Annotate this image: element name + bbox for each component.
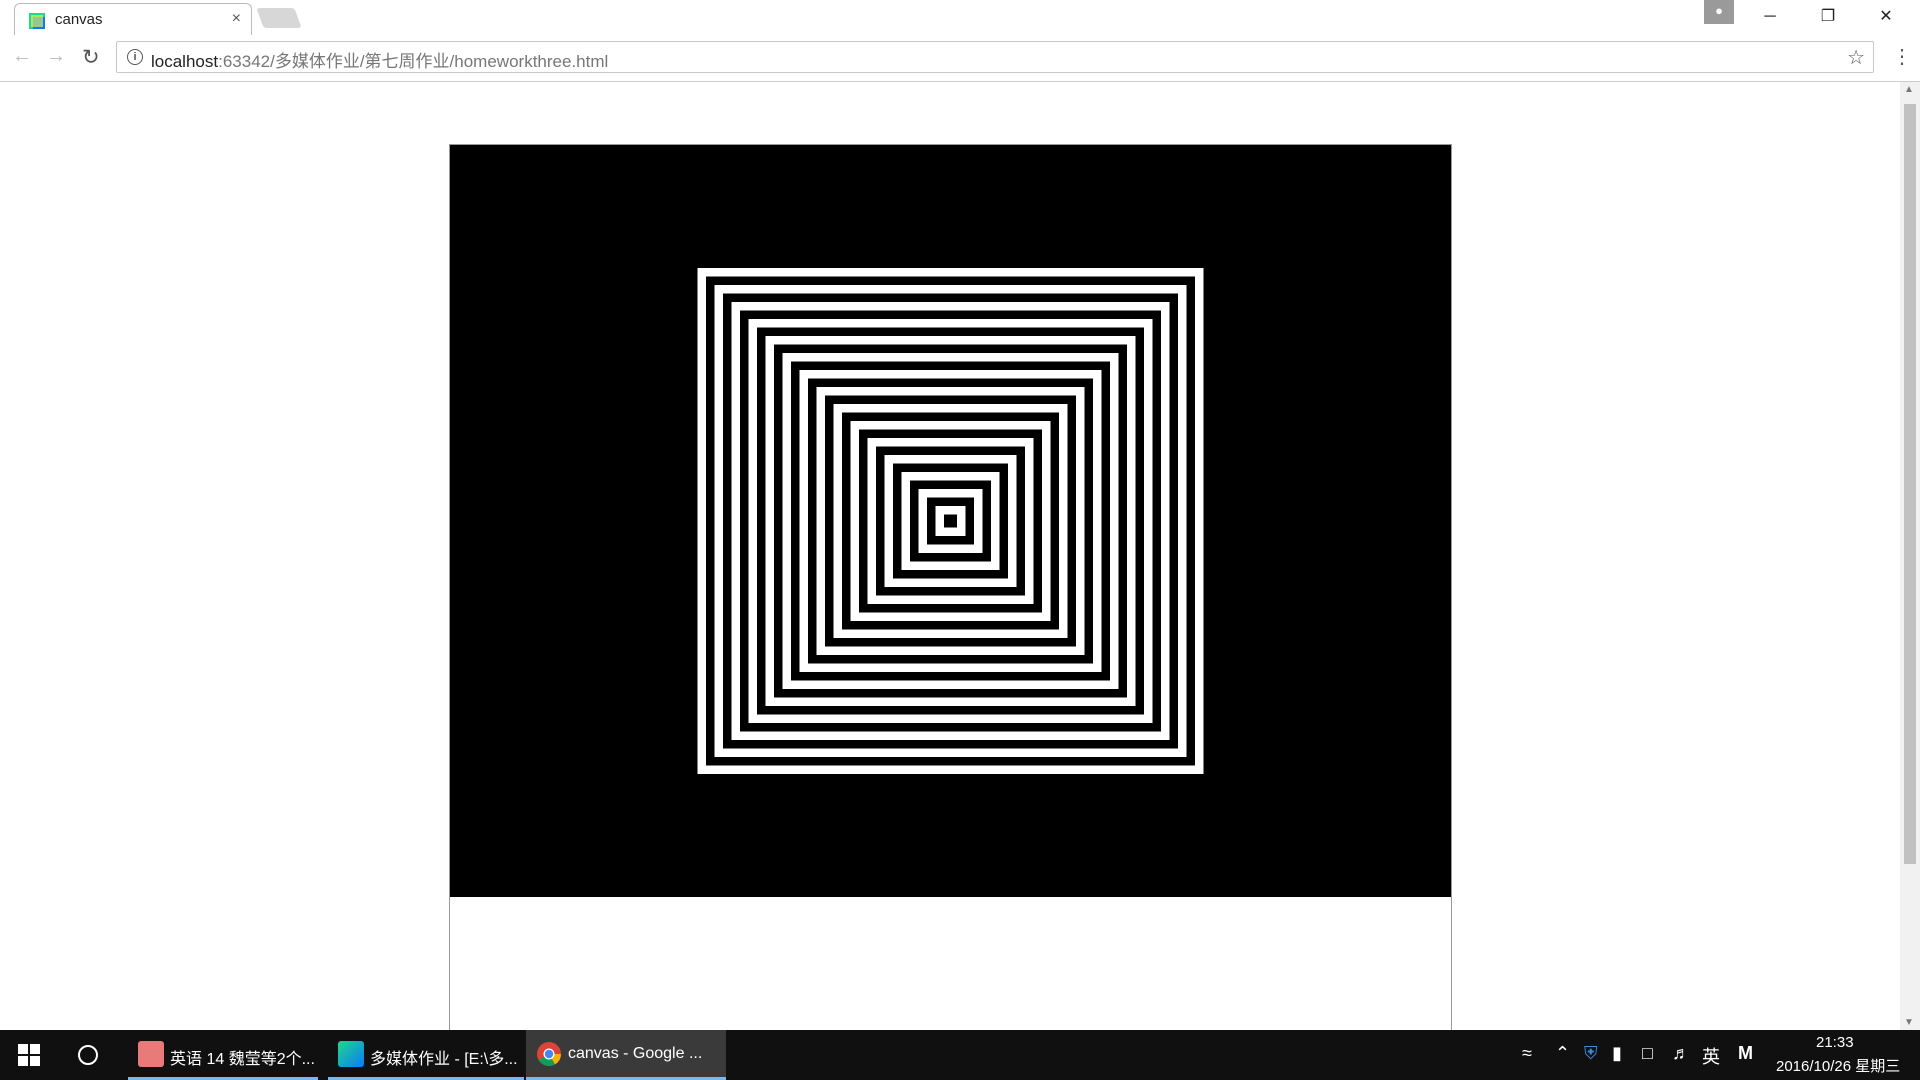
- scroll-up-arrow-icon[interactable]: ▲: [1904, 84, 1914, 95]
- tab-title: canvas: [55, 11, 103, 28]
- windows-taskbar: 英语 14 魏莹等2个... 多媒体作业 - [E:\多... canvas -…: [0, 1030, 1920, 1080]
- address-bar[interactable]: i localhost:63342/多媒体作业/第七周作业/homeworkth…: [116, 41, 1874, 73]
- ime-mode-icon[interactable]: M: [1738, 1043, 1753, 1064]
- minimize-button[interactable]: ─: [1742, 2, 1798, 32]
- taskbar-item-label: canvas - Google ...: [568, 1045, 703, 1062]
- battery-icon[interactable]: ▮: [1612, 1043, 1622, 1064]
- taskbar-item-qq[interactable]: 英语 14 魏莹等2个...: [128, 1030, 318, 1080]
- clock-time[interactable]: 21:33: [1816, 1034, 1854, 1051]
- webstorm-favicon-icon: [29, 13, 45, 29]
- tab-close-icon[interactable]: ×: [232, 10, 241, 28]
- show-hidden-icons-chevron-icon[interactable]: ⌃: [1555, 1043, 1570, 1064]
- forward-arrow-icon[interactable]: →: [46, 45, 66, 68]
- url-host: localhost: [151, 52, 219, 71]
- url-path: :63342/多媒体作业/第七周作业/homeworkthree.html: [218, 52, 609, 71]
- taskbar-item-label: 英语 14 魏莹等2个...: [170, 1051, 315, 1068]
- restore-button[interactable]: ❐: [1800, 2, 1856, 32]
- scroll-down-arrow-icon[interactable]: ▼: [1904, 1017, 1914, 1028]
- close-window-button[interactable]: ✕: [1858, 2, 1914, 32]
- profile-icon[interactable]: ●: [1704, 0, 1734, 24]
- reload-icon[interactable]: ↻: [82, 45, 100, 70]
- canvas-border: [449, 144, 1452, 1030]
- network-icon[interactable]: □: [1642, 1043, 1653, 1064]
- browser-menu-icon[interactable]: ⋮: [1892, 44, 1912, 69]
- drawing-canvas: [450, 145, 1451, 897]
- security-shield-icon[interactable]: ⛨: [1584, 1043, 1598, 1064]
- windows-start-icon[interactable]: [18, 1044, 40, 1066]
- concentric-square: [944, 514, 957, 528]
- tab-canvas[interactable]: canvas ×: [14, 3, 252, 35]
- cortana-search-icon[interactable]: [78, 1045, 98, 1065]
- taskbar-item-label: 多媒体作业 - [E:\多...: [370, 1051, 518, 1068]
- tab-strip: canvas × ● ─ ❐ ✕: [0, 0, 1920, 35]
- new-tab-button[interactable]: [256, 8, 302, 28]
- scrollbar-thumb[interactable]: [1904, 104, 1916, 864]
- taskbar-item-webstorm[interactable]: 多媒体作业 - [E:\多...: [328, 1030, 524, 1080]
- page-content: [0, 82, 1900, 1030]
- back-arrow-icon[interactable]: ←: [12, 45, 32, 68]
- taskbar-item-chrome[interactable]: canvas - Google ...: [526, 1030, 726, 1080]
- info-icon[interactable]: i: [127, 49, 143, 65]
- vertical-scrollbar[interactable]: ▲ ▼: [1900, 82, 1920, 1030]
- chrome-icon: [537, 1042, 561, 1067]
- qq-icon: [138, 1041, 164, 1067]
- browser-toolbar: ← → ↻ i localhost:63342/多媒体作业/第七周作业/home…: [0, 35, 1920, 82]
- url-text[interactable]: localhost:63342/多媒体作业/第七周作业/homeworkthre…: [151, 47, 608, 72]
- webstorm-icon: [338, 1041, 364, 1067]
- clock-date[interactable]: 2016/10/26 星期三: [1776, 1055, 1900, 1076]
- wifi-icon[interactable]: ≈: [1522, 1043, 1532, 1064]
- bookmark-star-icon[interactable]: ☆: [1847, 45, 1865, 70]
- ime-indicator[interactable]: 英: [1702, 1043, 1720, 1069]
- volume-icon[interactable]: ♬: [1672, 1043, 1690, 1064]
